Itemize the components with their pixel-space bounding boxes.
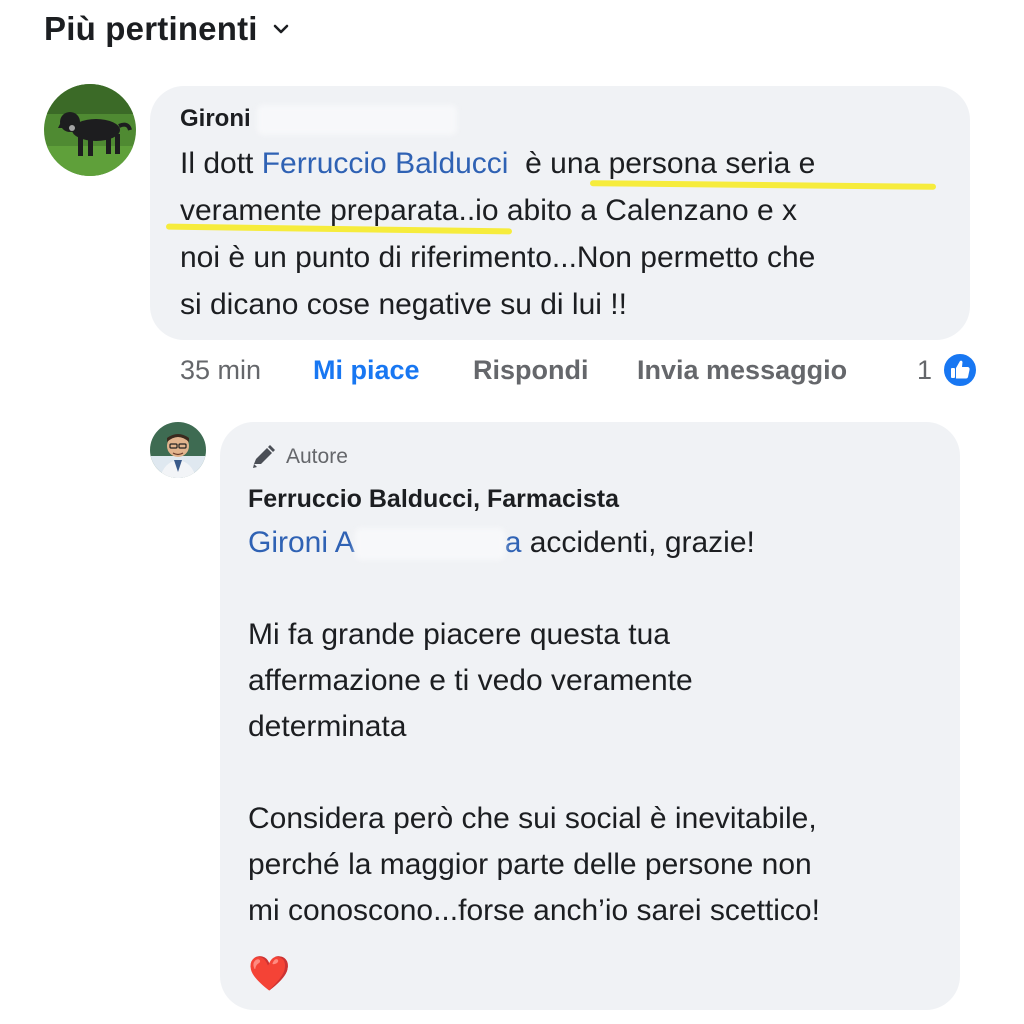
redaction-blur bbox=[354, 528, 505, 561]
like-button[interactable]: Mi piace bbox=[313, 352, 420, 388]
mention-link[interactable]: Gironi A bbox=[248, 526, 355, 559]
author-badge: Autore bbox=[248, 442, 932, 472]
reply-line: affermazione e ti vedo veramente bbox=[248, 664, 693, 697]
reply-paragraph-1: Mi fa grande piacere questa tua affermaz… bbox=[248, 612, 932, 750]
reply-line: determinata bbox=[248, 710, 407, 743]
sort-dropdown[interactable]: Più pertinenti bbox=[44, 10, 292, 48]
mention-link-tail[interactable]: a bbox=[505, 526, 522, 559]
chevron-down-icon bbox=[273, 24, 288, 34]
comment-text-line4: si dicano cose negative su di lui !! bbox=[180, 288, 627, 321]
comment-bubble: Gironi Il dott Ferruccio Balducci è una … bbox=[150, 86, 970, 340]
reply-text: Gironi A a accidenti, grazie! Mi fa grand… bbox=[248, 520, 932, 994]
highlighted-text-1: è una persona seria e bbox=[525, 147, 816, 180]
reply-line: Considera però che sui social è inevitab… bbox=[248, 802, 817, 835]
comment-text-line3: noi è un punto di riferimento...Non perm… bbox=[180, 241, 816, 274]
author-badge-label: Autore bbox=[286, 445, 348, 468]
comment-actions: 35 min Mi piace Rispondi Invia messaggio… bbox=[180, 352, 980, 388]
comment-time: 35 min bbox=[180, 355, 262, 385]
reply-line: mi conoscono...forse anch’io sarei scett… bbox=[248, 894, 820, 927]
author-avatar[interactable] bbox=[150, 422, 206, 478]
heart-emoji: ❤️ bbox=[248, 955, 291, 993]
comments-section: Più pertinenti Gironi Il dott Ferruccio … bbox=[0, 0, 1024, 1024]
sort-label: Più pertinenti bbox=[44, 10, 258, 47]
comment-text-line2: ..io abito a Calenzano e x bbox=[458, 194, 798, 227]
reply-button[interactable]: Rispondi bbox=[473, 352, 589, 388]
thumbs-up-icon[interactable] bbox=[942, 352, 978, 388]
send-message-button[interactable]: Invia messaggio bbox=[637, 352, 847, 388]
reaction-count[interactable]: 1 bbox=[917, 352, 932, 388]
highlighted-text-2: veramente preparata bbox=[180, 194, 459, 227]
reply-line: perché la maggior parte delle persone no… bbox=[248, 848, 812, 881]
reply-author[interactable]: Ferruccio Balducci, Farmacista bbox=[248, 482, 932, 516]
reply-bubble: Autore Ferruccio Balducci, Farmacista Gi… bbox=[220, 422, 960, 1010]
reply-text-line1: accidenti, grazie! bbox=[529, 526, 755, 559]
reply-paragraph-2: Considera però che sui social è inevitab… bbox=[248, 796, 932, 934]
comment-text: Il dott Ferruccio Balducci è una persona… bbox=[180, 140, 940, 328]
avatar[interactable] bbox=[44, 84, 136, 176]
comment-text-intro: Il dott bbox=[180, 147, 262, 180]
pencil-icon bbox=[253, 445, 275, 468]
redaction-blur bbox=[257, 104, 458, 135]
comment-author[interactable]: Gironi bbox=[180, 105, 251, 132]
reply-line: Mi fa grande piacere questa tua bbox=[248, 618, 670, 651]
mention-link[interactable]: Ferruccio Balducci bbox=[262, 147, 509, 180]
